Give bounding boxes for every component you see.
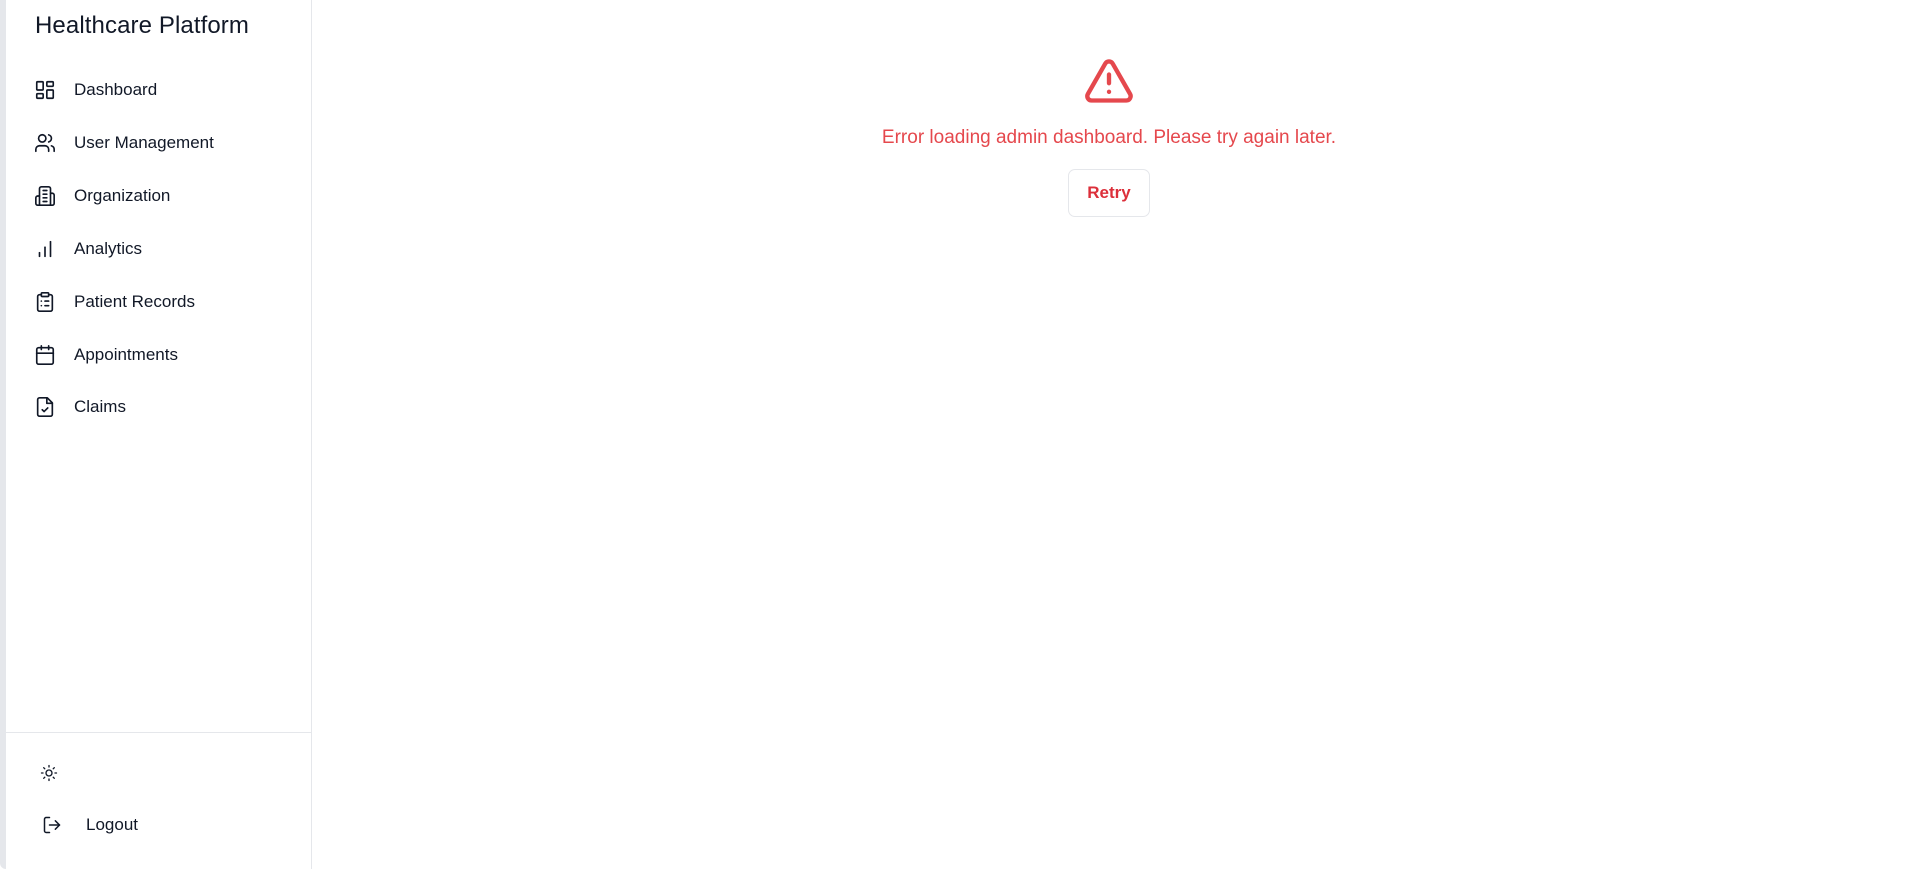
sun-icon (40, 764, 58, 787)
users-icon (34, 132, 56, 154)
alert-triangle-icon (1081, 55, 1137, 107)
sidebar-item-label: Dashboard (74, 80, 158, 99)
sidebar-item-dashboard[interactable]: Dashboard (34, 70, 304, 110)
error-message: Error loading admin dashboard. Please tr… (881, 127, 1337, 148)
brand-title: Healthcare Platform (35, 12, 249, 39)
sidebar-item-patient-records[interactable]: Patient Records (34, 282, 304, 322)
building-icon (34, 185, 56, 207)
logout-label: Logout (86, 815, 138, 834)
sidebar-item-label: Organization (74, 186, 171, 205)
sidebar-item-label: Patient Records (74, 292, 195, 311)
main-content: Error loading admin dashboard. Please tr… (312, 0, 1906, 869)
calendar-icon (34, 344, 56, 366)
sidebar-footer: Logout (6, 732, 311, 869)
sidebar-item-user-management[interactable]: User Management (34, 123, 304, 163)
sidebar-item-organization[interactable]: Organization (34, 176, 304, 216)
theme-toggle-button[interactable] (38, 764, 60, 786)
sidebar: Healthcare Platform Dashboard User Manag… (6, 0, 312, 869)
file-check-icon (34, 396, 56, 418)
bar-chart-icon (34, 238, 56, 260)
retry-button[interactable]: Retry (1068, 169, 1150, 217)
sidebar-item-label: Appointments (74, 345, 178, 364)
sidebar-item-label: Analytics (74, 239, 143, 258)
layout-dashboard-icon (34, 79, 56, 101)
clipboard-list-icon (34, 291, 56, 313)
sidebar-item-label: Claims (74, 397, 126, 416)
error-state: Error loading admin dashboard. Please tr… (312, 0, 1906, 217)
logout-button[interactable]: Logout (42, 815, 138, 835)
app-root: Healthcare Platform Dashboard User Manag… (0, 0, 1906, 869)
sidebar-item-analytics[interactable]: Analytics (34, 229, 304, 269)
sidebar-item-appointments[interactable]: Appointments (34, 335, 304, 375)
sidebar-item-label: User Management (74, 133, 214, 152)
log-out-icon (42, 815, 62, 835)
sidebar-item-claims[interactable]: Claims (34, 387, 304, 427)
